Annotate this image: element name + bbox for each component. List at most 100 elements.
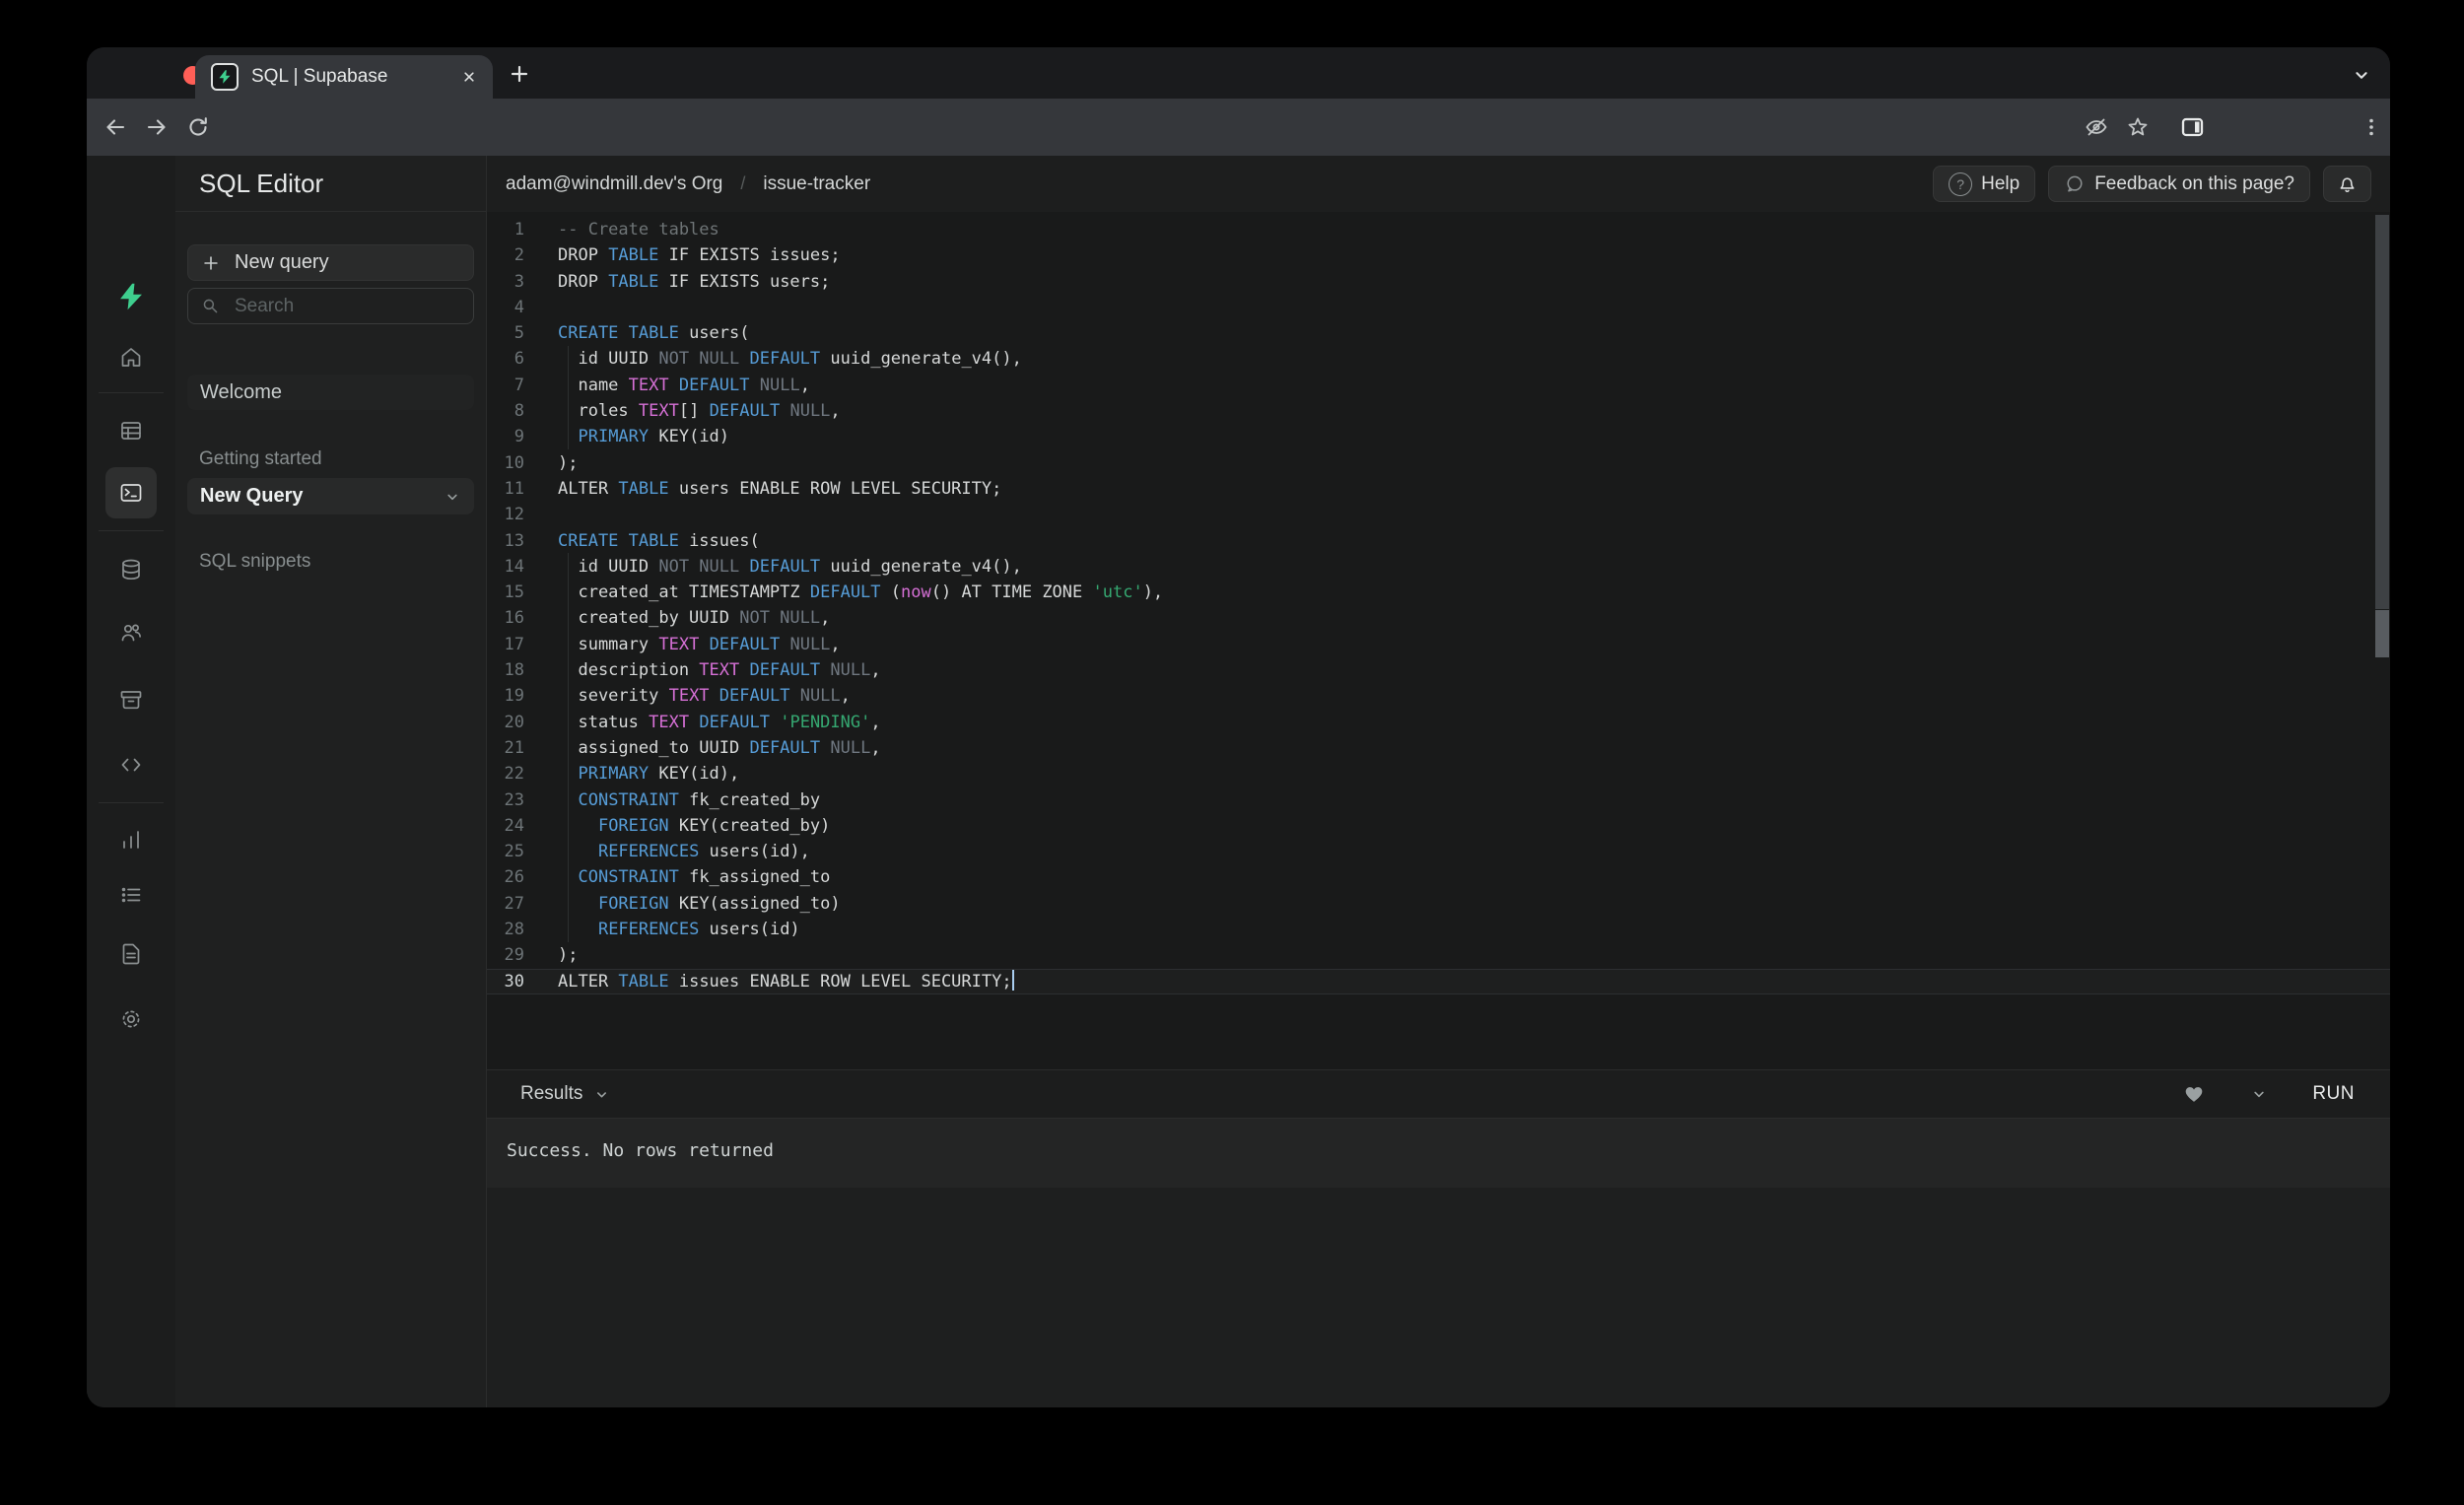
home-icon[interactable] bbox=[87, 345, 175, 371]
code-line-14[interactable]: 14 id UUID NOT NULL DEFAULT uuid_generat… bbox=[487, 554, 2390, 580]
scrollbar-thumb[interactable] bbox=[2375, 215, 2389, 609]
code-line-19[interactable]: 19 severity TEXT DEFAULT NULL, bbox=[487, 683, 2390, 709]
code-line-13[interactable]: 13CREATE TABLE issues( bbox=[487, 528, 2390, 554]
code-line-25[interactable]: 25 REFERENCES users(id), bbox=[487, 839, 2390, 864]
code-line-21[interactable]: 21 assigned_to UUID DEFAULT NULL, bbox=[487, 735, 2390, 761]
breadcrumb-project[interactable]: issue-tracker bbox=[763, 173, 870, 195]
line-number: 11 bbox=[487, 476, 524, 502]
panel-title-row: SQL Editor bbox=[175, 156, 486, 212]
code-line-23[interactable]: 23 CONSTRAINT fk_created_by bbox=[487, 787, 2390, 813]
breadcrumb-org[interactable]: adam@windmill.dev's Org bbox=[506, 173, 722, 195]
code-line-18[interactable]: 18 description TEXT DEFAULT NULL, bbox=[487, 657, 2390, 683]
authentication-icon[interactable] bbox=[87, 620, 175, 646]
code-line-11[interactable]: 11ALTER TABLE users ENABLE ROW LEVEL SEC… bbox=[487, 476, 2390, 502]
browser-toolbar: app.supabase.com/project/azahtnhqohyjerz… bbox=[87, 99, 2390, 156]
run-options-chevron-icon[interactable] bbox=[2249, 1084, 2269, 1104]
new-query-button[interactable]: New query bbox=[187, 244, 474, 281]
results-empty-area bbox=[487, 1188, 2390, 1407]
line-number: 24 bbox=[487, 813, 524, 839]
feedback-button[interactable]: Feedback on this page? bbox=[2048, 166, 2310, 202]
code-line-30[interactable]: 30ALTER TABLE issues ENABLE ROW LEVEL SE… bbox=[487, 969, 2390, 994]
help-icon: ? bbox=[1949, 172, 1972, 196]
rail-divider bbox=[99, 530, 164, 531]
settings-gear-icon[interactable] bbox=[87, 1006, 175, 1032]
favorite-heart-icon[interactable] bbox=[2182, 1082, 2206, 1106]
sql-editor-icon[interactable] bbox=[87, 480, 175, 506]
code-line-2[interactable]: 2DROP TABLE IF EXISTS issues; bbox=[487, 242, 2390, 268]
code-lines: 1-- Create tables2DROP TABLE IF EXISTS i… bbox=[487, 217, 2390, 994]
eye-slash-icon[interactable] bbox=[2084, 114, 2109, 140]
line-number: 20 bbox=[487, 710, 524, 735]
line-number: 18 bbox=[487, 657, 524, 683]
code-line-7[interactable]: 7 name TEXT DEFAULT NULL, bbox=[487, 373, 2390, 398]
browser-tab[interactable]: SQL | Supabase bbox=[195, 55, 493, 99]
results-output: Success. No rows returned bbox=[487, 1119, 2390, 1188]
notifications-button[interactable] bbox=[2323, 166, 2371, 202]
code-line-6[interactable]: 6 id UUID NOT NULL DEFAULT uuid_generate… bbox=[487, 346, 2390, 372]
line-number: 22 bbox=[487, 761, 524, 787]
sidebar-item-welcome-label: Welcome bbox=[200, 381, 282, 404]
database-icon[interactable] bbox=[87, 557, 175, 582]
code-line-12[interactable]: 12 bbox=[487, 502, 2390, 527]
edge-functions-icon[interactable] bbox=[87, 752, 175, 778]
editor-scrollbar[interactable] bbox=[2374, 212, 2390, 1069]
code-line-20[interactable]: 20 status TEXT DEFAULT 'PENDING', bbox=[487, 710, 2390, 735]
code-line-24[interactable]: 24 FOREIGN KEY(created_by) bbox=[487, 813, 2390, 839]
search-input[interactable] bbox=[233, 295, 453, 318]
tab-search-chevron-icon[interactable] bbox=[2350, 63, 2373, 87]
sidebar-item-welcome[interactable]: Welcome bbox=[187, 375, 474, 410]
sql-editor-panel: SQL Editor New query Getting started Wel… bbox=[175, 156, 487, 1407]
code-line-16[interactable]: 16 created_by UUID NOT NULL, bbox=[487, 605, 2390, 631]
run-button[interactable]: RUN bbox=[2312, 1083, 2355, 1105]
browser-window: SQL | Supabase bbox=[87, 47, 2390, 1407]
chevron-down-icon[interactable] bbox=[443, 487, 462, 507]
logs-icon[interactable] bbox=[87, 882, 175, 908]
line-number: 5 bbox=[487, 320, 524, 346]
code-line-28[interactable]: 28 REFERENCES users(id) bbox=[487, 917, 2390, 942]
code-line-3[interactable]: 3DROP TABLE IF EXISTS users; bbox=[487, 269, 2390, 295]
line-number: 19 bbox=[487, 683, 524, 709]
sql-code-editor[interactable]: 1-- Create tables2DROP TABLE IF EXISTS i… bbox=[487, 212, 2390, 1069]
search-box[interactable] bbox=[187, 288, 474, 324]
line-number: 3 bbox=[487, 269, 524, 295]
line-number: 1 bbox=[487, 217, 524, 242]
code-line-4[interactable]: 4 bbox=[487, 295, 2390, 320]
code-line-29[interactable]: 29); bbox=[487, 942, 2390, 968]
side-panel-icon[interactable] bbox=[2179, 114, 2206, 140]
line-number: 27 bbox=[487, 891, 524, 917]
new-tab-button[interactable] bbox=[507, 61, 532, 87]
code-line-10[interactable]: 10); bbox=[487, 450, 2390, 476]
code-line-17[interactable]: 17 summary TEXT DEFAULT NULL, bbox=[487, 632, 2390, 657]
back-icon[interactable] bbox=[103, 114, 128, 140]
help-button[interactable]: ? Help bbox=[1933, 166, 2035, 202]
code-line-27[interactable]: 27 FOREIGN KEY(assigned_to) bbox=[487, 891, 2390, 917]
reload-icon[interactable] bbox=[185, 114, 211, 140]
nav-rail bbox=[87, 156, 176, 1407]
supabase-logo[interactable] bbox=[87, 282, 175, 311]
line-number: 21 bbox=[487, 735, 524, 761]
new-query-button-label: New query bbox=[235, 251, 329, 274]
table-editor-icon[interactable] bbox=[87, 418, 175, 444]
code-line-5[interactable]: 5CREATE TABLE users( bbox=[487, 320, 2390, 346]
reports-icon[interactable] bbox=[87, 827, 175, 853]
code-line-8[interactable]: 8 roles TEXT[] DEFAULT NULL, bbox=[487, 398, 2390, 424]
results-dropdown[interactable]: Results bbox=[520, 1070, 611, 1118]
sidebar-item-new-query[interactable]: New Query bbox=[187, 478, 474, 514]
tab-close-icon[interactable] bbox=[459, 67, 479, 87]
browser-menu-icon[interactable] bbox=[2359, 114, 2384, 140]
line-number: 9 bbox=[487, 424, 524, 449]
forward-icon[interactable] bbox=[144, 114, 170, 140]
code-line-15[interactable]: 15 created_at TIMESTAMPTZ DEFAULT (now()… bbox=[487, 580, 2390, 605]
bookmark-star-icon[interactable] bbox=[2125, 114, 2151, 140]
code-line-9[interactable]: 9 PRIMARY KEY(id) bbox=[487, 424, 2390, 449]
sidebar-item-new-query-label: New Query bbox=[200, 485, 443, 508]
results-label: Results bbox=[520, 1083, 582, 1105]
code-line-26[interactable]: 26 CONSTRAINT fk_assigned_to bbox=[487, 864, 2390, 890]
line-number: 26 bbox=[487, 864, 524, 890]
tab-strip: SQL | Supabase bbox=[87, 47, 2390, 99]
code-line-22[interactable]: 22 PRIMARY KEY(id), bbox=[487, 761, 2390, 787]
feedback-button-label: Feedback on this page? bbox=[2094, 173, 2294, 195]
storage-icon[interactable] bbox=[87, 687, 175, 713]
code-line-1[interactable]: 1-- Create tables bbox=[487, 217, 2390, 242]
api-docs-icon[interactable] bbox=[87, 941, 175, 967]
